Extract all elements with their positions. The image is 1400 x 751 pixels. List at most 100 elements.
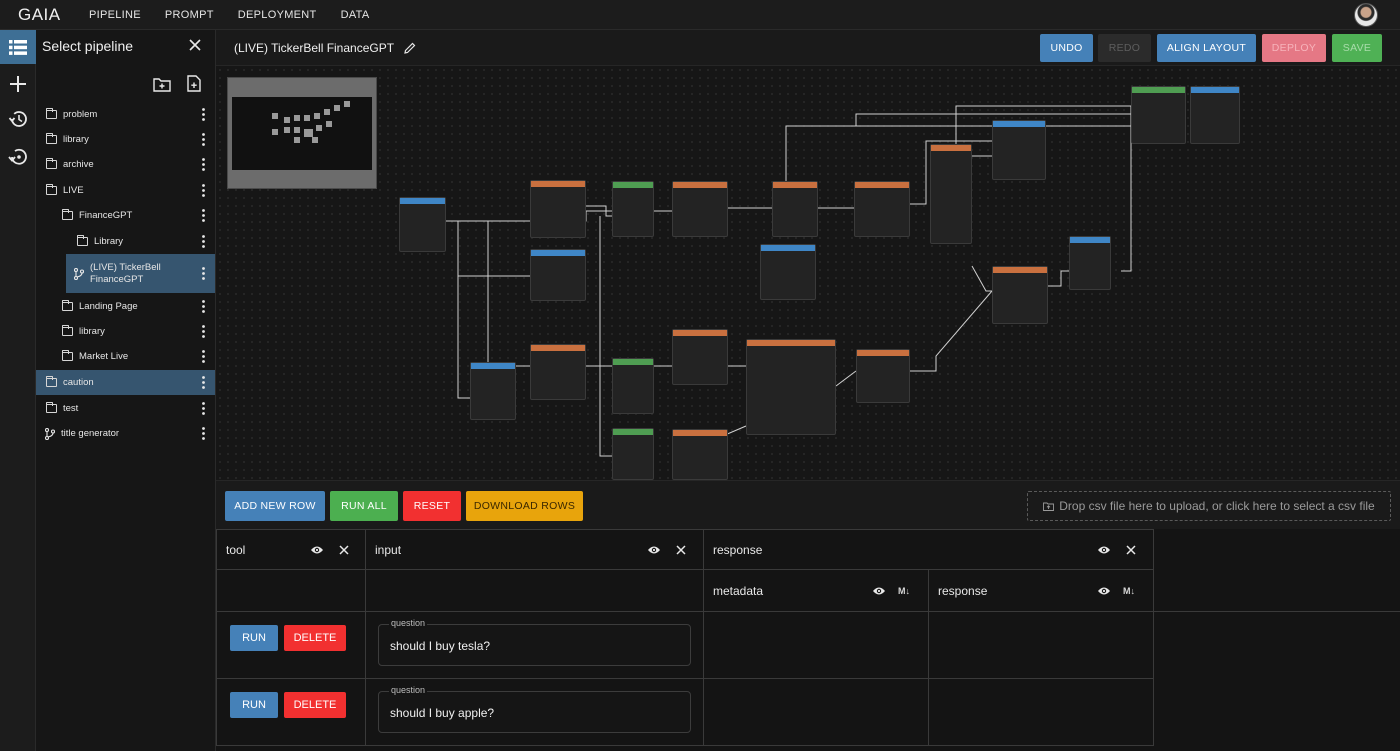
sidebar-title: Select pipeline	[42, 38, 134, 54]
pipeline-node[interactable]	[612, 358, 654, 414]
user-avatar[interactable]	[1354, 3, 1378, 27]
tree-item-library-2[interactable]: library	[36, 319, 215, 344]
eye-icon[interactable]	[872, 586, 886, 596]
pipeline-node[interactable]	[672, 329, 728, 385]
deploy-button[interactable]: DEPLOY	[1262, 34, 1326, 62]
pipeline-node[interactable]	[772, 181, 818, 237]
pipeline-node[interactable]	[992, 266, 1048, 324]
more-icon[interactable]	[202, 158, 205, 171]
pipeline-node[interactable]	[612, 181, 654, 237]
pipeline-node[interactable]	[530, 249, 586, 301]
redo-button[interactable]: REDO	[1098, 34, 1151, 62]
markdown-toggle[interactable]: M↓	[898, 586, 910, 596]
eye-icon[interactable]	[310, 545, 324, 555]
new-file-icon[interactable]	[187, 75, 201, 92]
more-icon[interactable]	[202, 300, 205, 313]
pipeline-node[interactable]	[672, 429, 728, 480]
more-icon[interactable]	[202, 267, 205, 280]
tree-item-financegpt[interactable]: FinanceGPT	[36, 203, 215, 228]
pipeline-node[interactable]	[399, 197, 446, 252]
branch-icon	[45, 427, 55, 440]
close-icon[interactable]	[339, 545, 349, 555]
tree-item-live[interactable]: LIVE	[36, 178, 215, 203]
delete-row-button[interactable]: DELETE	[284, 692, 346, 718]
more-icon[interactable]	[202, 427, 205, 440]
more-icon[interactable]	[202, 235, 205, 248]
pipeline-node[interactable]	[530, 344, 586, 400]
more-icon[interactable]	[202, 325, 205, 338]
pipeline-list-button[interactable]	[0, 30, 36, 64]
pipeline-node[interactable]	[1190, 86, 1240, 144]
pipeline-node[interactable]	[612, 428, 654, 480]
pipeline-node[interactable]	[470, 362, 516, 420]
more-icon[interactable]	[202, 376, 205, 389]
nav-data[interactable]: DATA	[341, 9, 370, 21]
pipeline-node[interactable]	[856, 349, 910, 403]
run-all-button[interactable]: RUN ALL	[330, 491, 398, 521]
tree-item-landing-page[interactable]: Landing Page	[36, 294, 215, 319]
eye-icon[interactable]	[647, 545, 661, 555]
pipeline-node[interactable]	[930, 144, 972, 244]
tree-item-problem[interactable]: problem	[36, 102, 215, 127]
pipeline-node[interactable]	[1069, 236, 1111, 290]
run-row-button[interactable]: RUN	[230, 692, 278, 718]
nav-pipeline[interactable]: PIPELINE	[89, 9, 141, 21]
history-button[interactable]	[0, 102, 36, 136]
version-button[interactable]	[0, 140, 36, 174]
reset-button[interactable]: RESET	[403, 491, 461, 521]
pipeline-node[interactable]	[992, 120, 1046, 180]
tree-item-tickerbell[interactable]: (LIVE) TickerBell FinanceGPT	[66, 254, 215, 293]
tree-item-test[interactable]: test	[36, 396, 215, 421]
new-folder-icon[interactable]	[153, 76, 171, 92]
more-icon[interactable]	[202, 402, 205, 415]
tree-item-caution[interactable]: caution	[36, 370, 215, 395]
table-row-tool-cell: RUN DELETE	[216, 679, 366, 746]
more-icon[interactable]	[202, 209, 205, 222]
align-layout-button[interactable]: ALIGN LAYOUT	[1157, 34, 1256, 62]
folder-icon	[61, 300, 73, 311]
tree-item-title-generator[interactable]: title generator	[36, 421, 215, 446]
eye-icon[interactable]	[1097, 586, 1111, 596]
csv-dropzone[interactable]: Drop csv file here to upload, or click h…	[1027, 491, 1391, 521]
close-icon[interactable]	[676, 545, 686, 555]
more-icon[interactable]	[202, 350, 205, 363]
question-field[interactable]: question should I buy apple?	[378, 685, 691, 733]
pipeline-node[interactable]	[760, 244, 816, 300]
close-icon[interactable]	[1126, 545, 1136, 555]
edit-icon[interactable]	[404, 42, 416, 54]
nav-deployment[interactable]: DEPLOYMENT	[238, 9, 317, 21]
tree-item-library[interactable]: library	[36, 127, 215, 152]
download-rows-button[interactable]: DOWNLOAD ROWS	[466, 491, 583, 521]
tree-item-library-sub[interactable]: Library	[36, 229, 215, 254]
run-row-button[interactable]: RUN	[230, 625, 278, 651]
column-header-response-sub: response M↓	[929, 570, 1154, 612]
column-header-tool: tool	[216, 529, 366, 570]
top-bar: GAIA PIPELINE PROMPT DEPLOYMENT DATA	[0, 0, 1400, 30]
app-brand[interactable]: GAIA	[18, 5, 89, 25]
undo-button[interactable]: UNDO	[1040, 34, 1093, 62]
eye-icon[interactable]	[1097, 545, 1111, 555]
pipeline-node[interactable]	[530, 180, 586, 238]
add-pipeline-button[interactable]	[0, 67, 36, 101]
question-field[interactable]: question should I buy tesla?	[378, 618, 691, 666]
pipeline-node[interactable]	[854, 181, 910, 237]
nav-prompt[interactable]: PROMPT	[165, 9, 214, 21]
pipeline-node[interactable]	[746, 339, 836, 435]
pipeline-canvas[interactable]	[216, 66, 1400, 480]
pipeline-node[interactable]	[672, 181, 728, 237]
pipeline-node[interactable]	[1131, 86, 1186, 144]
markdown-toggle[interactable]: M↓	[1123, 586, 1135, 596]
folder-icon	[61, 325, 73, 336]
save-button[interactable]: SAVE	[1332, 34, 1382, 62]
delete-row-button[interactable]: DELETE	[284, 625, 346, 651]
more-icon[interactable]	[202, 133, 205, 146]
close-icon[interactable]	[188, 38, 202, 52]
tree-item-market-live[interactable]: Market Live	[36, 344, 215, 369]
more-icon[interactable]	[202, 184, 205, 197]
tree-item-archive[interactable]: archive	[36, 152, 215, 177]
restore-icon	[8, 148, 27, 165]
add-new-row-button[interactable]: ADD NEW ROW	[225, 491, 325, 521]
folder-open-icon	[45, 376, 57, 387]
more-icon[interactable]	[202, 108, 205, 121]
subheader-empty	[366, 570, 704, 612]
